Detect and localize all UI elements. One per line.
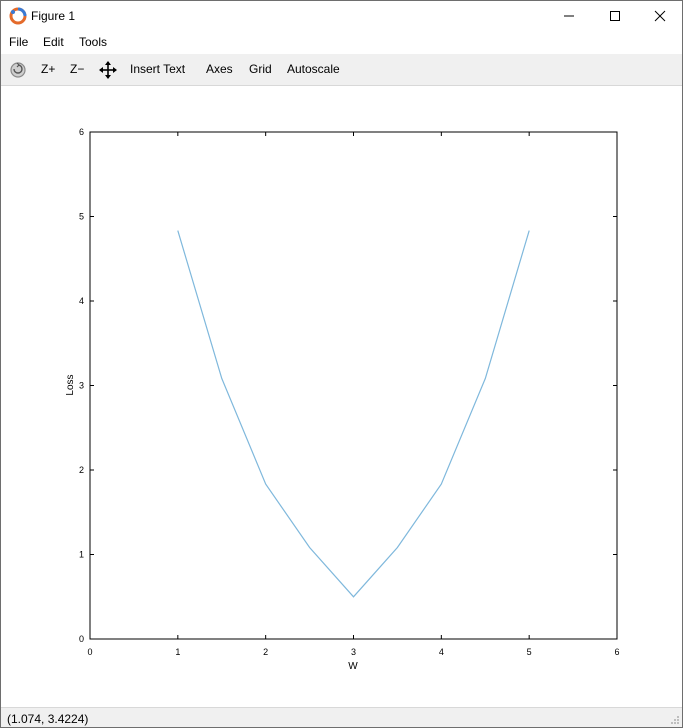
y-tick-label: 2 — [79, 465, 84, 475]
menu-edit[interactable]: Edit — [43, 35, 64, 49]
minimize-button[interactable] — [546, 1, 592, 31]
menu-file[interactable]: File — [9, 35, 28, 49]
rotate-icon[interactable] — [8, 60, 28, 80]
pan-icon[interactable] — [98, 60, 118, 80]
x-tick-label: 4 — [439, 647, 444, 657]
y-tick-label: 0 — [79, 634, 84, 644]
plot-area[interactable]: 0 1 2 3 4 5 6 0 1 2 3 4 5 6 W Loss — [1, 87, 682, 707]
maximize-icon — [610, 11, 620, 21]
zoom-in-button[interactable]: Z+ — [41, 62, 55, 76]
x-tick-label: 3 — [351, 647, 356, 657]
x-tick-label: 1 — [175, 647, 180, 657]
title-bar: Figure 1 — [1, 1, 682, 31]
close-icon — [654, 10, 666, 22]
x-axis-label: W — [348, 661, 358, 672]
octave-logo-icon — [9, 7, 27, 25]
y-tick-label: 5 — [79, 212, 84, 222]
cursor-coordinates: (1.074, 3.4224) — [7, 712, 89, 726]
x-tick-label: 6 — [614, 647, 619, 657]
menu-tools[interactable]: Tools — [79, 35, 107, 49]
minimize-icon — [564, 15, 574, 17]
close-button[interactable] — [637, 1, 683, 31]
y-tick-label: 1 — [79, 550, 84, 560]
zoom-out-button[interactable]: Z− — [70, 62, 84, 76]
resize-grip-icon[interactable] — [670, 715, 680, 725]
insert-text-button[interactable]: Insert Text — [130, 62, 185, 76]
figure-window: Figure 1 File Edit Tools Z+ Z− Insert Te… — [0, 0, 683, 728]
axes-box — [89, 131, 618, 640]
window-title: Figure 1 — [31, 9, 76, 23]
status-bar: (1.074, 3.4224) — [1, 707, 682, 727]
x-tick-label: 5 — [527, 647, 532, 657]
axes-button[interactable]: Axes — [206, 62, 233, 76]
loss-curve — [177, 230, 530, 598]
figure-toolbar: Z+ Z− Insert Text Axes Grid Autoscale — [1, 54, 682, 86]
y-tick-label: 6 — [79, 127, 84, 137]
x-tick-label: 2 — [263, 647, 268, 657]
grid-button[interactable]: Grid — [249, 62, 272, 76]
y-axis-label: Loss — [65, 374, 76, 395]
x-tick-label: 0 — [87, 647, 92, 657]
y-tick-label: 3 — [79, 381, 84, 391]
autoscale-button[interactable]: Autoscale — [287, 62, 340, 76]
menu-bar: File Edit Tools — [1, 32, 682, 53]
maximize-button[interactable] — [592, 1, 638, 31]
y-tick-label: 4 — [79, 296, 84, 306]
plot-canvas[interactable]: 0 1 2 3 4 5 6 0 1 2 3 4 5 6 W Loss — [1, 87, 682, 707]
